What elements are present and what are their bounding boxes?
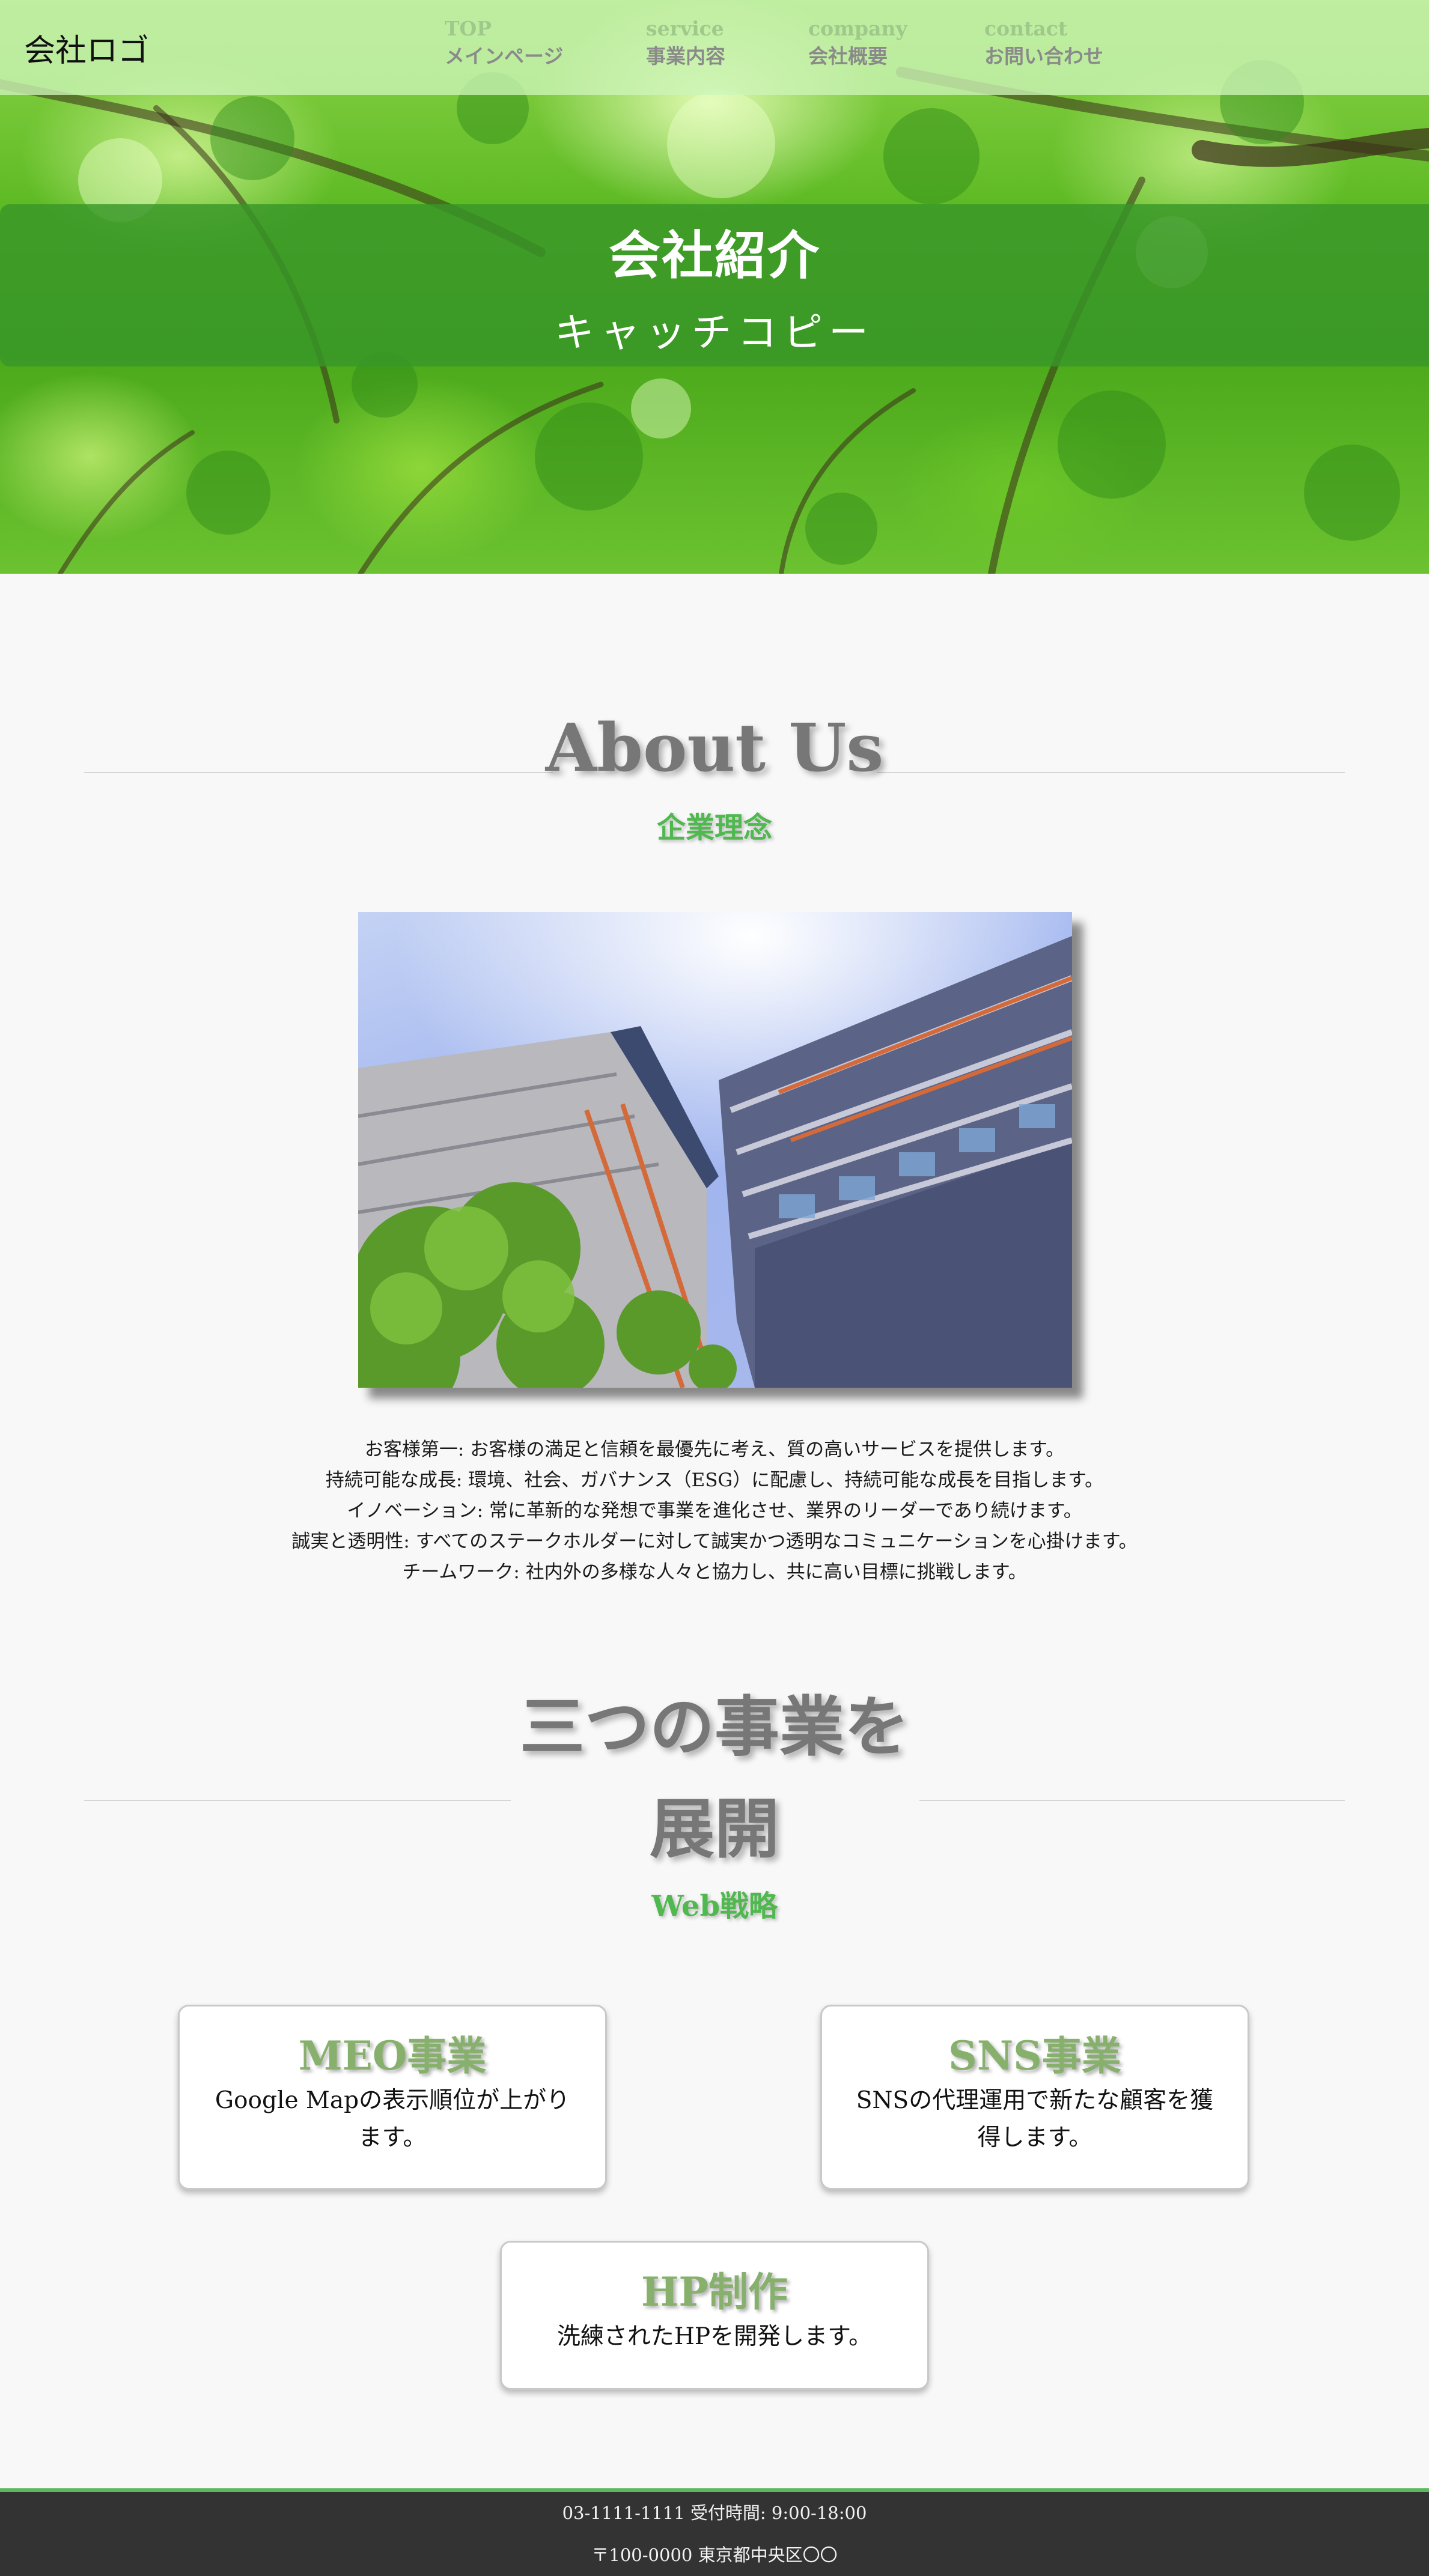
footer-address: 〒100-0000 東京都中央区〇〇: [591, 2545, 838, 2565]
nav-item-service[interactable]: service 事業内容: [646, 16, 725, 71]
service-card-desc: Google Mapの表示順位が上がります。: [215, 2087, 570, 2151]
service-card-title: SNS事業: [948, 2032, 1121, 2079]
philosophy-item: チームワーク: 社内外の多様な人々と協力し、共に高い目標に挑戦します。: [402, 1561, 1027, 1583]
service-card-desc: 洗練されたHPを開発します。: [556, 2323, 873, 2350]
office-building-photo: [358, 912, 1072, 1388]
nav-item-contact-en: contact: [984, 17, 1068, 40]
company-logo[interactable]: 会社ロゴ: [24, 25, 149, 70]
business-title-line1: 三つの事業を: [519, 1689, 909, 1765]
footer-phone: 03-1111-1111 受付時間: 9:00-18:00: [562, 2503, 867, 2523]
business-subtitle: Web戦略: [651, 1889, 778, 1923]
nav-item-top[interactable]: TOP メインページ: [445, 16, 563, 71]
service-card-title: MEO事業: [298, 2032, 487, 2079]
hero-title: 会社紹介: [609, 225, 820, 286]
nav-item-top-en: TOP: [445, 17, 492, 40]
service-card-meo[interactable]: MEO事業 Google Mapの表示順位が上がります。: [178, 2005, 607, 2190]
hero-section: 会社ロゴ TOP メインページ service 事業内容 company 会社概…: [0, 0, 1429, 574]
top-nav-bar: 会社ロゴ TOP メインページ service 事業内容 company 会社概…: [0, 0, 1429, 95]
site-footer: 03-1111-1111 受付時間: 9:00-18:00 〒100-0000 …: [0, 2488, 1429, 2576]
business-title-line2: 展開: [649, 1791, 779, 1867]
service-card-hp[interactable]: HP制作 洗練されたHPを開発します。: [500, 2241, 929, 2390]
about-title: About Us: [545, 709, 884, 786]
business-title: 三つの事業を 展開: [0, 1676, 1429, 1880]
nav-item-top-jp: メインページ: [445, 44, 564, 68]
service-card-title: HP制作: [641, 2268, 788, 2315]
building-illustration: [358, 912, 1072, 1388]
nav-item-company-jp: 会社概要: [808, 44, 888, 68]
nav-item-contact[interactable]: contact お問い合わせ: [984, 16, 1103, 71]
philosophy-item: お客様第一: お客様の満足と信頼を最優先に考え、質の高いサービスを提供します。: [364, 1439, 1065, 1460]
nav-item-company[interactable]: company 会社概要: [808, 16, 907, 71]
philosophy-item: 誠実と透明性: すべてのステークホルダーに対して誠実かつ透明なコミュニケーション…: [291, 1531, 1138, 1552]
philosophy-item: 持続可能な成長: 環境、社会、ガバナンス（ESG）に配慮し、持続可能な成長を目指…: [325, 1469, 1104, 1491]
hero-catchcopy: キャッチコピー: [555, 309, 874, 356]
service-card-sns[interactable]: SNS事業 SNSの代理運用で新たな顧客を獲得します。: [820, 2005, 1249, 2190]
nav-item-service-jp: 事業内容: [646, 44, 725, 68]
about-subtitle: 企業理念: [656, 811, 772, 845]
service-card-desc: SNSの代理運用で新たな顧客を獲得します。: [856, 2087, 1214, 2151]
nav-item-company-en: company: [808, 17, 907, 40]
nav-item-contact-jp: お問い合わせ: [984, 44, 1103, 68]
philosophy-item: イノベーション: 常に革新的な発想で事業を進化させ、業界のリーダーであり続けます…: [347, 1500, 1082, 1522]
philosophy-list: お客様第一: お客様の満足と信頼を最優先に考え、質の高いサービスを提供します。 …: [0, 1435, 1429, 1588]
nav-item-service-en: service: [646, 17, 724, 40]
